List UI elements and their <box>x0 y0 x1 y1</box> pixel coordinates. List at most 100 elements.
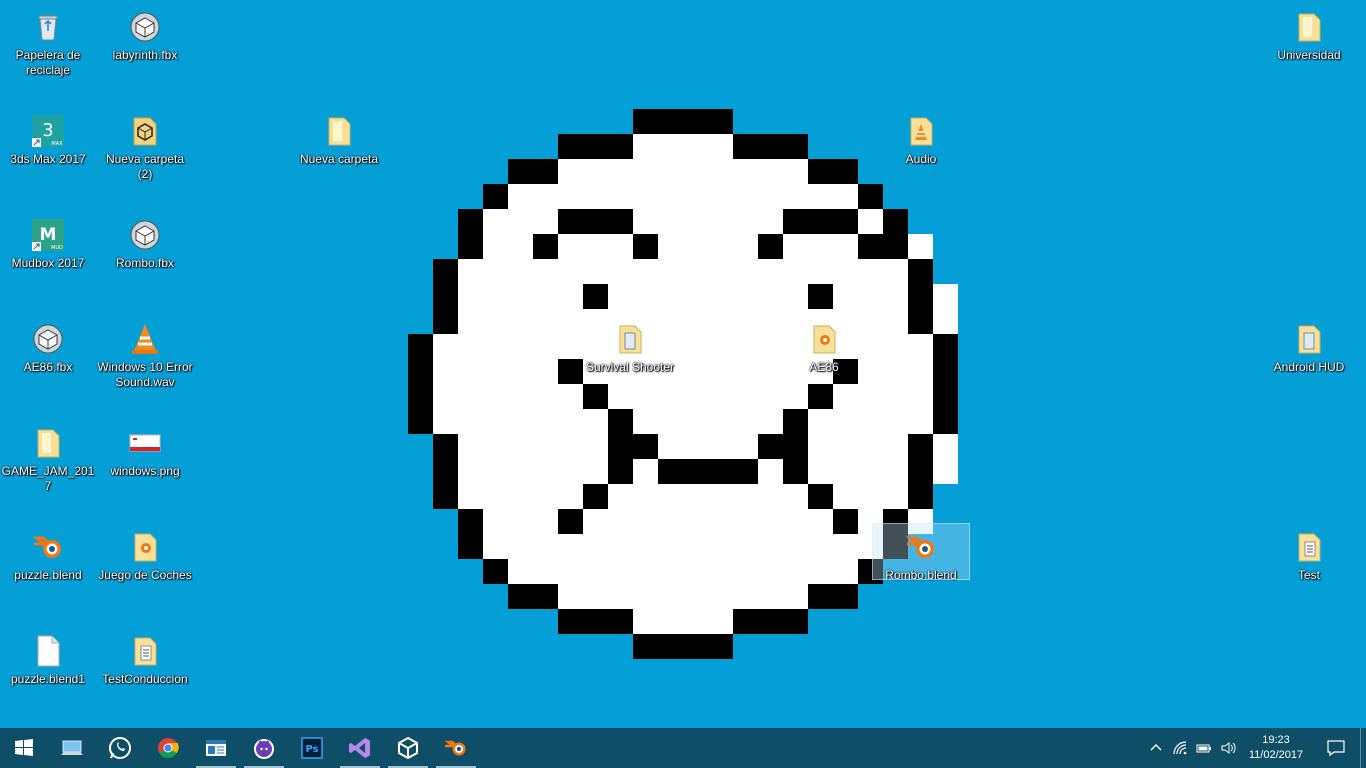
wifi-icon[interactable] <box>1168 728 1192 768</box>
taskbar: Ps 19:23 11/02/2017 <box>0 728 1366 768</box>
desktop-icon-ae86-fbx[interactable]: AE86.fbx <box>0 316 96 412</box>
taskbar-visual-studio[interactable] <box>336 728 384 768</box>
smiley-outline <box>908 259 933 334</box>
smiley-mouth <box>583 484 608 509</box>
smiley-outline <box>933 334 958 434</box>
windows-logo-icon <box>15 739 33 756</box>
icon-label: labyrinth.fbx <box>112 48 178 62</box>
smiley-fill <box>433 384 958 409</box>
taskbar-blender[interactable] <box>432 728 480 768</box>
smiley-fill <box>508 184 883 209</box>
smiley-outline <box>633 634 733 659</box>
desktop-icon-windows-error-sound[interactable]: Windows 10 Error Sound.wav <box>97 316 193 412</box>
folder-icon <box>322 114 356 148</box>
desktop-icon-rombo-blend[interactable]: Rombo.blend <box>872 523 970 582</box>
desktop-icon-android-hud[interactable]: Android HUD <box>1261 316 1357 412</box>
smiley-fill <box>558 584 833 609</box>
icon-label: Juego de Coches <box>98 568 192 582</box>
start-button[interactable] <box>0 728 48 768</box>
smiley-mouth <box>783 409 808 484</box>
smiley-outline <box>458 209 483 259</box>
smiley-outline <box>733 134 808 159</box>
smiley-eyebrow <box>533 234 558 259</box>
desktop-icon-ae86[interactable]: AE86 <box>776 316 872 412</box>
smiley-eyebrow <box>783 209 858 234</box>
desktop-icon-testconduccion[interactable]: TestConduccion <box>97 628 193 724</box>
taskbar-chrome[interactable] <box>144 728 192 768</box>
desktop[interactable]: Papelera de reciclaje labyrinth.fbx 3 MAX… <box>0 0 1366 728</box>
smiley-outline <box>883 209 908 259</box>
recycle-bin-icon <box>31 10 65 44</box>
cat-icon <box>254 739 274 759</box>
desktop-icon-test[interactable]: Test <box>1261 524 1357 620</box>
smiley-outline <box>508 584 558 609</box>
notification-icon <box>1327 740 1345 757</box>
smiley-fill <box>458 259 933 284</box>
smiley-fill <box>433 409 958 434</box>
smiley-fill <box>433 284 958 309</box>
smiley-outline <box>458 509 483 559</box>
show-desktop-button[interactable] <box>1360 728 1366 768</box>
taskbar-unity[interactable] <box>384 728 432 768</box>
desktop-icon-nueva-carpeta[interactable]: Nueva carpeta <box>291 108 387 204</box>
icon-label: Survival Shooter <box>585 360 675 374</box>
smiley-fill <box>433 334 958 359</box>
desktop-icon-nueva-carpeta-2[interactable]: Nueva carpeta (2) <box>97 108 193 204</box>
smiley-outline <box>808 584 858 609</box>
smiley-outline <box>908 434 933 509</box>
taskbar-photoshop[interactable]: Ps <box>288 728 336 768</box>
desktop-icon-mudbox[interactable]: M MUD Mudbox 2017 <box>0 212 96 308</box>
taskbar-file-explorer[interactable] <box>192 728 240 768</box>
folder-icon <box>31 426 65 460</box>
smiley-outline <box>483 184 508 209</box>
fbx-model-icon <box>128 218 162 252</box>
smiley-eyebrow <box>758 234 783 259</box>
svg-text:Ps: Ps <box>305 744 318 755</box>
desktop-icon-3ds-max[interactable]: 3 MAX 3ds Max 2017 <box>0 108 96 204</box>
desktop-icon-universidad[interactable]: Universidad <box>1261 4 1357 100</box>
smiley-outline <box>408 334 433 434</box>
smiley-eye <box>808 284 833 309</box>
smiley-outline <box>733 609 808 634</box>
taskbar-whatsapp[interactable] <box>96 728 144 768</box>
unity-icon <box>398 736 418 760</box>
volume-icon[interactable] <box>1216 728 1240 768</box>
folder-icon <box>128 634 162 668</box>
desktop-icon-recycle-bin[interactable]: Papelera de reciclaje <box>0 4 96 100</box>
desktop-icon-juego-de-coches[interactable]: Juego de Coches <box>97 524 193 620</box>
svg-text:MAX: MAX <box>51 141 63 147</box>
desktop-icon-puzzle-blend1[interactable]: puzzle.blend1 <box>0 628 96 724</box>
desktop-icon-game-jam-2017[interactable]: GAME_JAM_2017 <box>0 420 96 516</box>
desktop-icon-labyrinth-fbx[interactable]: labyrinth.fbx <box>97 4 193 100</box>
action-center-button[interactable] <box>1312 728 1360 768</box>
smiley-mouth <box>608 409 633 484</box>
taskbar-cat-app[interactable] <box>240 728 288 768</box>
icon-label: Nueva carpeta (2) <box>105 152 185 181</box>
visual-studio-icon <box>349 738 370 758</box>
icon-label: puzzle.blend1 <box>10 672 86 686</box>
desktop-icon-puzzle-blend[interactable]: puzzle.blend <box>0 524 96 620</box>
clock[interactable]: 19:23 11/02/2017 <box>1240 728 1312 768</box>
icon-label: windows.png <box>110 464 180 478</box>
desktop-icon-audio[interactable]: Audio <box>873 108 969 204</box>
folder-icon <box>128 530 162 564</box>
smiley-fill <box>858 209 883 234</box>
smiley-outline <box>483 559 508 584</box>
icon-label: Rombo.blend <box>885 568 957 582</box>
smiley-fill <box>458 509 933 534</box>
svg-text:MUD: MUD <box>51 245 63 251</box>
desktop-icon-rombo-fbx[interactable]: Rombo.fbx <box>97 212 193 308</box>
desktop-icon-survival-shooter[interactable]: Survival Shooter <box>582 316 678 412</box>
smiley-mouth <box>558 509 583 534</box>
taskbar-this-pc[interactable] <box>48 728 96 768</box>
smiley-mouth <box>633 434 658 459</box>
chrome-icon <box>158 738 179 759</box>
icon-label: Nueva carpeta <box>299 152 379 166</box>
blender-icon <box>31 530 65 564</box>
smiley-eyebrow <box>858 234 883 259</box>
chevron-up-icon[interactable] <box>1144 728 1168 768</box>
desktop-icon-windows-png[interactable]: windows.png <box>97 420 193 516</box>
battery-icon[interactable] <box>1192 728 1216 768</box>
icon-label: Windows 10 Error Sound.wav <box>97 360 193 389</box>
smiley-fill <box>433 434 958 459</box>
